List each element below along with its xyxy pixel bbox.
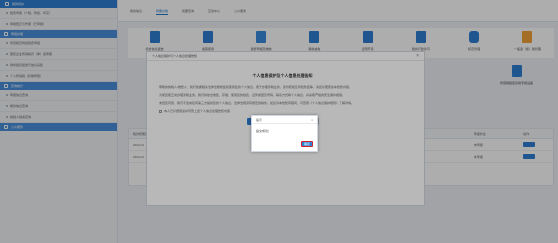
- dialog-title: 提示: [256, 117, 263, 122]
- dialog-message: 提交成功！: [256, 129, 272, 133]
- dialog-ok-button[interactable]: 确定: [301, 141, 313, 147]
- alert-dialog: 提示 × 提交成功！ 确定: [251, 115, 318, 152]
- dialog-header: 提示 ×: [252, 116, 317, 124]
- close-icon[interactable]: ×: [311, 118, 313, 122]
